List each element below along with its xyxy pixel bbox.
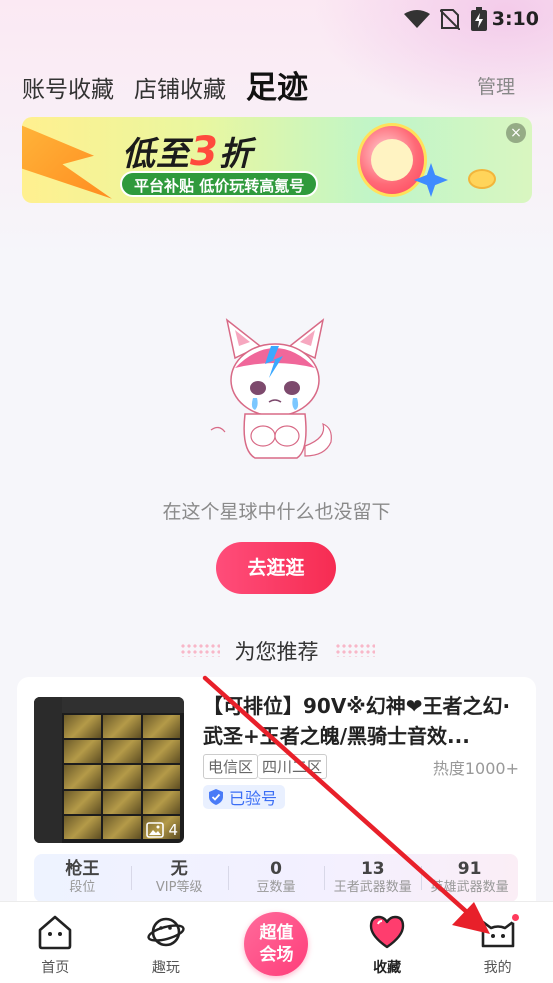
nav-fun[interactable]: 趣玩 [111, 902, 222, 983]
weapon-tile [142, 790, 180, 814]
stat-value: 0 [270, 859, 282, 879]
card-thumbnail[interactable]: 4 [34, 697, 184, 843]
weapon-tile [103, 715, 141, 739]
stat-vip: 无 VIP等级 [130, 854, 228, 902]
image-count-value: 4 [168, 821, 178, 839]
stat-label: 段位 [69, 880, 96, 895]
weapon-tile [103, 815, 141, 839]
verified-badge: 已验号 [203, 785, 286, 809]
stat-value: 13 [360, 859, 385, 879]
thumbnail-sidebar [34, 697, 62, 843]
home-icon [38, 915, 72, 950]
go-browse-button[interactable]: 去逛逛 [216, 542, 336, 594]
promo-banner[interactable]: 低至3折 平台补贴 低价玩转高氪号 × [22, 117, 532, 203]
weapon-tile [64, 790, 102, 814]
banner-headline-suffix: 折 [218, 134, 253, 173]
nav-label: 收藏 [373, 960, 402, 976]
banner-subline: 平台补贴 低价玩转高氪号 [120, 171, 319, 197]
stat-beans: 0 豆数量 [227, 854, 325, 902]
promo-center-button[interactable]: 超值 会场 [244, 912, 309, 976]
nav-mine[interactable]: 我的 [442, 902, 553, 983]
stat-value: 91 [457, 859, 482, 879]
planet-icon [147, 917, 185, 947]
wifi-icon [404, 10, 430, 28]
banner-headline: 低至3折 [122, 127, 253, 175]
card-title[interactable]: 【可排位】90V※幻神❤王者之幻·武圣+王者之魄/黑骑士音效... [203, 691, 523, 751]
nav-label: 趣玩 [151, 960, 180, 976]
stat-hero-weapons: 91 英雄武器数量 [421, 854, 518, 902]
card-stats: 枪王 段位 无 VIP等级 0 豆数量 13 王者武器数量 91 英雄武器数量 [34, 854, 518, 902]
status-bar: 3:10 [0, 0, 553, 40]
recommend-title: 为您推荐 [234, 640, 319, 664]
manage-button[interactable]: 管理 [477, 72, 515, 99]
nav-home[interactable]: 首页 [0, 902, 111, 983]
clock-face [371, 139, 413, 181]
nav-favorites[interactable]: 收藏 [332, 902, 443, 983]
verified-label: 已验号 [229, 789, 278, 808]
tab-account-favorites[interactable]: 账号收藏 [22, 79, 114, 108]
stat-value: 枪王 [65, 859, 100, 879]
tag-server-region: 四川二区 [258, 754, 328, 779]
status-time: 3:10 [491, 8, 539, 30]
bottom-nav: 首页 趣玩 超值 会场 收藏 我的 [0, 901, 553, 983]
nav-label: 我的 [483, 960, 512, 976]
weapon-tile [64, 715, 102, 739]
coin-icon [468, 169, 496, 189]
notification-dot [510, 912, 521, 923]
weapon-tile [142, 765, 180, 789]
card-tags: 电信区 四川二区 [203, 754, 328, 779]
lightning-decoration-icon [22, 125, 112, 199]
collection-tabs: 账号收藏 店铺收藏 足迹 [22, 64, 328, 108]
weapon-tile [64, 765, 102, 789]
stat-rank: 枪王 段位 [34, 854, 131, 902]
stat-value: 无 [170, 859, 188, 879]
heat-value: 热度1000+ [432, 759, 519, 778]
stat-label: 豆数量 [256, 880, 296, 895]
weapon-tile [103, 790, 141, 814]
heart-icon [369, 915, 405, 949]
tab-footprint[interactable]: 足迹 [246, 73, 308, 108]
banner-headline-number: 3 [190, 129, 219, 175]
weapon-tile [142, 740, 180, 764]
tab-shop-favorites[interactable]: 店铺收藏 [134, 79, 226, 108]
recommend-card[interactable]: 4 【可排位】90V※幻神❤王者之幻·武圣+王者之魄/黑骑士音效... 电信区 … [17, 677, 536, 917]
tag-server-telecom: 电信区 [203, 754, 259, 779]
promo-center-label: 超值 会场 [259, 923, 294, 965]
stat-king-weapons: 13 王者武器数量 [324, 854, 421, 902]
weapon-tile [103, 740, 141, 764]
image-count: 4 [146, 821, 178, 839]
banner-close-button[interactable]: × [506, 123, 526, 143]
stat-label: 王者武器数量 [333, 880, 412, 895]
stat-label: 英雄武器数量 [430, 880, 509, 895]
empty-state-message: 在这个星球中什么也没留下 [162, 501, 391, 523]
image-gallery-icon [146, 822, 165, 838]
battery-charging-icon [471, 7, 487, 31]
banner-headline-prefix: 低至 [122, 134, 190, 173]
nav-promo-center[interactable]: 超值 会场 [221, 902, 332, 983]
stat-label: VIP等级 [155, 880, 203, 895]
weapon-tile [103, 765, 141, 789]
shield-check-icon [209, 789, 223, 805]
weapon-tile [64, 815, 102, 839]
crying-mascot-illustration [210, 318, 332, 459]
no-sim-icon [440, 9, 460, 30]
weapon-tile [142, 715, 180, 739]
weapon-tile [64, 740, 102, 764]
nav-label: 首页 [41, 960, 70, 976]
